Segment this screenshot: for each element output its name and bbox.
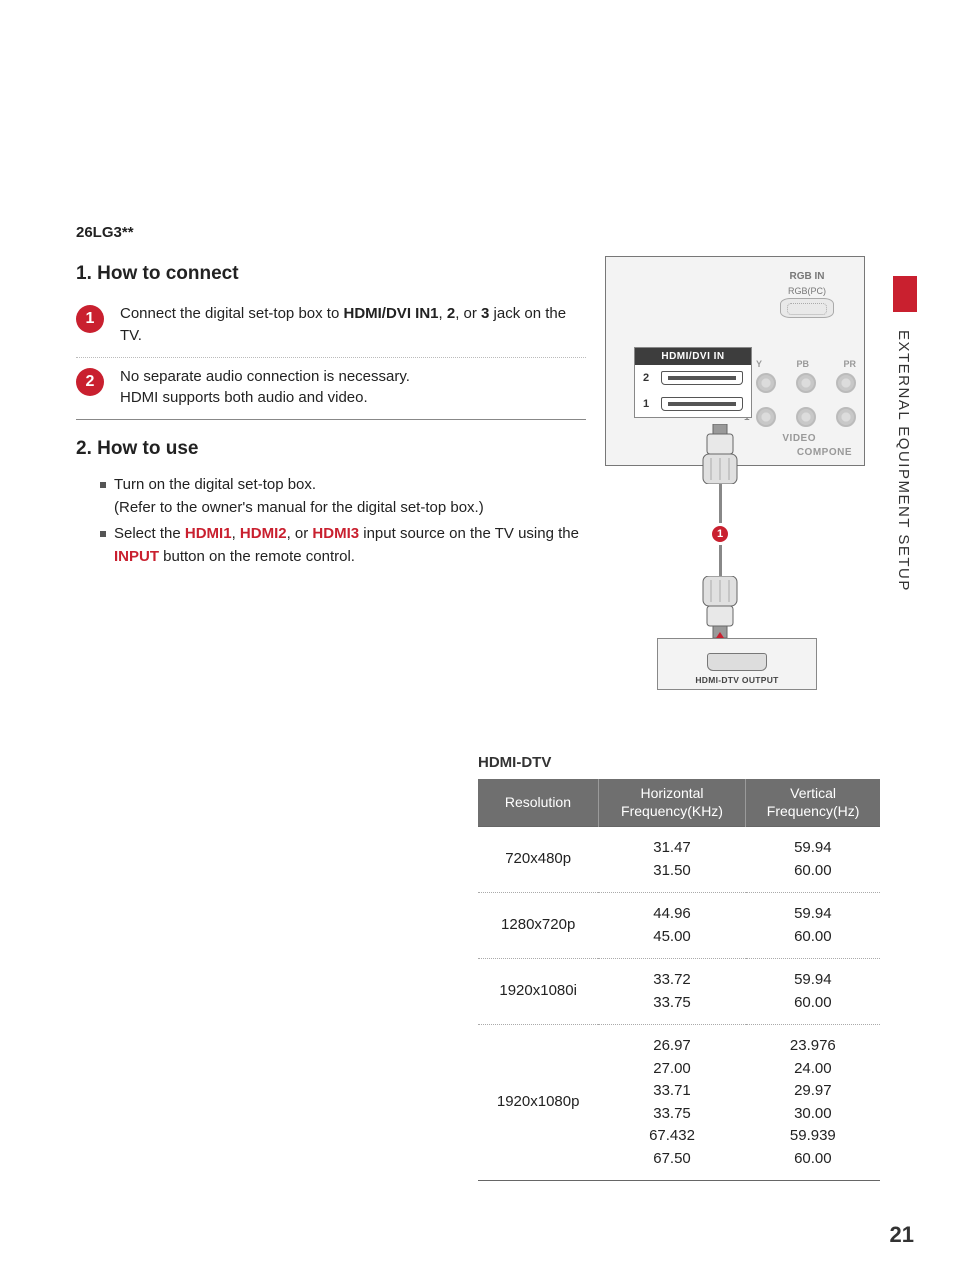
component-labels: Y PB PR — [756, 359, 856, 369]
step-1-pre: Connect the digital set-top box to — [120, 305, 343, 322]
th-vfreq: Vertical Frequency(Hz) — [746, 779, 880, 827]
hdmi-dtv-table-area: HDMI-DTV Resolution Horizontal Frequency… — [478, 754, 880, 1181]
cell-vfreq: 23.97624.0029.9730.0059.93960.00 — [746, 1025, 880, 1181]
th-hfreq: Horizontal Frequency(KHz) — [598, 779, 745, 827]
hdmi-port-num-2: 2 — [643, 372, 653, 384]
hdmi-port-num-1: 1 — [643, 398, 653, 410]
use-list: Turn on the digital set-top box. (Refer … — [100, 474, 586, 568]
cell-resolution: 1280x720p — [478, 893, 598, 959]
step-2: 2 No separate audio connection is necess… — [76, 357, 586, 420]
use-item-2: Select the HDMI1, HDMI2, or HDMI3 input … — [100, 523, 586, 568]
label-pb: PB — [796, 359, 809, 369]
hdmi-slot-icon — [661, 371, 743, 385]
label-pr: PR — [843, 359, 856, 369]
step-2-line2: HDMI supports both audio and video. — [120, 389, 368, 406]
th-vfreq-b: Frequency(Hz) — [767, 803, 860, 819]
hdmi-slot-icon — [661, 397, 743, 411]
step-1: 1 Connect the digital set-top box to HDM… — [76, 299, 586, 357]
cell-hfreq: 31.4731.50 — [598, 827, 745, 893]
use1-line2: (Refer to the owner's manual for the dig… — [114, 499, 484, 516]
side-tab — [893, 276, 917, 312]
table-title: HDMI-DTV — [478, 754, 880, 771]
main-content: 26LG3** 1. How to connect 1 Connect the … — [76, 224, 586, 572]
cable-badge-1: 1 — [711, 525, 729, 543]
cell-resolution: 720x480p — [478, 827, 598, 893]
th-resolution: Resolution — [478, 779, 598, 827]
cell-vfreq: 59.9460.00 — [746, 959, 880, 1025]
jack-icon — [796, 373, 816, 393]
use1-line1: Turn on the digital set-top box. — [114, 476, 316, 493]
heading-how-to-use: 2. How to use — [76, 438, 586, 460]
table-header-row: Resolution Horizontal Frequency(KHz) Ver… — [478, 779, 880, 827]
step-2-line1: No separate audio connection is necessar… — [120, 368, 410, 385]
table-row: 1920x1080p26.9727.0033.7133.7567.43267.5… — [478, 1025, 880, 1181]
jack-icon — [756, 373, 776, 393]
hdmi-port-1: 1 — [635, 391, 751, 417]
use-item-1: Turn on the digital set-top box. (Refer … — [100, 474, 586, 519]
jack-icon — [836, 407, 856, 427]
hdmi-dtv-table: Resolution Horizontal Frequency(KHz) Ver… — [478, 779, 880, 1181]
cell-hfreq: 26.9727.0033.7133.7567.43267.50 — [598, 1025, 745, 1181]
step-1-text: Connect the digital set-top box to HDMI/… — [120, 303, 586, 347]
use2-input: INPUT — [114, 548, 159, 565]
label-y: Y — [756, 359, 762, 369]
rgb-pc-label: RGB(PC) — [758, 286, 856, 296]
rgb-port-icon — [780, 298, 834, 318]
step-2-text: No separate audio connection is necessar… — [120, 366, 586, 410]
rgb-in-label-group: RGB IN RGB(PC) — [758, 271, 856, 324]
step-badge-1: 1 — [76, 305, 104, 333]
hdmi-plug-top-icon — [697, 424, 743, 484]
use2-s1: , — [232, 525, 240, 542]
page-number: 21 — [890, 1222, 914, 1248]
video-label: VIDEO — [782, 433, 816, 444]
cable-line-icon — [719, 484, 722, 523]
step-badge-2: 2 — [76, 368, 104, 396]
hdmi-dvi-header: HDMI/DVI IN — [635, 348, 751, 365]
stb-port-icon — [707, 653, 767, 671]
cell-resolution: 1920x1080i — [478, 959, 598, 1025]
stb-label: HDMI-DTV OUTPUT — [695, 675, 778, 685]
section-side-title: EXTERNAL EQUIPMENT SETUP — [895, 330, 912, 592]
use2-hdmi1: HDMI1 — [185, 525, 232, 542]
use2-post: button on the remote control. — [159, 548, 355, 565]
cell-vfreq: 59.9460.00 — [746, 827, 880, 893]
cell-hfreq: 33.7233.75 — [598, 959, 745, 1025]
use2-hdmi2: HDMI2 — [240, 525, 287, 542]
connect-steps: 1 Connect the digital set-top box to HDM… — [76, 299, 586, 420]
jack-icon — [796, 407, 816, 427]
hdmi-port-2: 2 — [635, 365, 751, 391]
connection-diagram: RGB IN RGB(PC) Y PB PR 2 1 VIDEO COMPONE… — [605, 256, 865, 696]
heading-how-to-connect: 1. How to connect — [76, 263, 586, 285]
jack-icon — [836, 373, 856, 393]
hdmi-cable: 1 — [709, 484, 731, 584]
th-hfreq-a: Horizontal — [641, 785, 704, 801]
use2-pre: Select the — [114, 525, 185, 542]
use2-s2: , or — [287, 525, 313, 542]
use2-hdmi3: HDMI3 — [312, 525, 359, 542]
table-body: 720x480p31.4731.5059.9460.001280x720p44.… — [478, 827, 880, 1181]
table-row: 1920x1080i33.7233.7559.9460.00 — [478, 959, 880, 1025]
component-row-1: 1 — [756, 407, 856, 427]
jack-icon — [756, 407, 776, 427]
set-top-box: HDMI-DTV OUTPUT — [657, 638, 817, 690]
cell-resolution: 1920x1080p — [478, 1025, 598, 1181]
rgb-in-label: RGB IN — [758, 271, 856, 282]
hdmi-dvi-block: HDMI/DVI IN 2 1 — [634, 347, 752, 418]
compone-label: COMPONE — [797, 447, 852, 458]
table-row: 720x480p31.4731.5059.9460.00 — [478, 827, 880, 893]
step-1-bold1: HDMI/DVI IN1 — [343, 305, 438, 322]
step-1-mid2: , or — [455, 305, 481, 322]
step-1-bold2: 2 — [447, 305, 455, 322]
cell-vfreq: 59.9460.00 — [746, 893, 880, 959]
component-row-2: 2 — [756, 373, 856, 393]
th-hfreq-b: Frequency(KHz) — [621, 803, 723, 819]
use2-mid: input source on the TV using the — [359, 525, 579, 542]
table-row: 1280x720p44.9645.0059.9460.00 — [478, 893, 880, 959]
model-number: 26LG3** — [76, 224, 586, 241]
cell-hfreq: 44.9645.00 — [598, 893, 745, 959]
step-1-mid1: , — [439, 305, 447, 322]
hdmi-plug-bottom-icon — [697, 576, 743, 642]
th-vfreq-a: Vertical — [790, 785, 836, 801]
